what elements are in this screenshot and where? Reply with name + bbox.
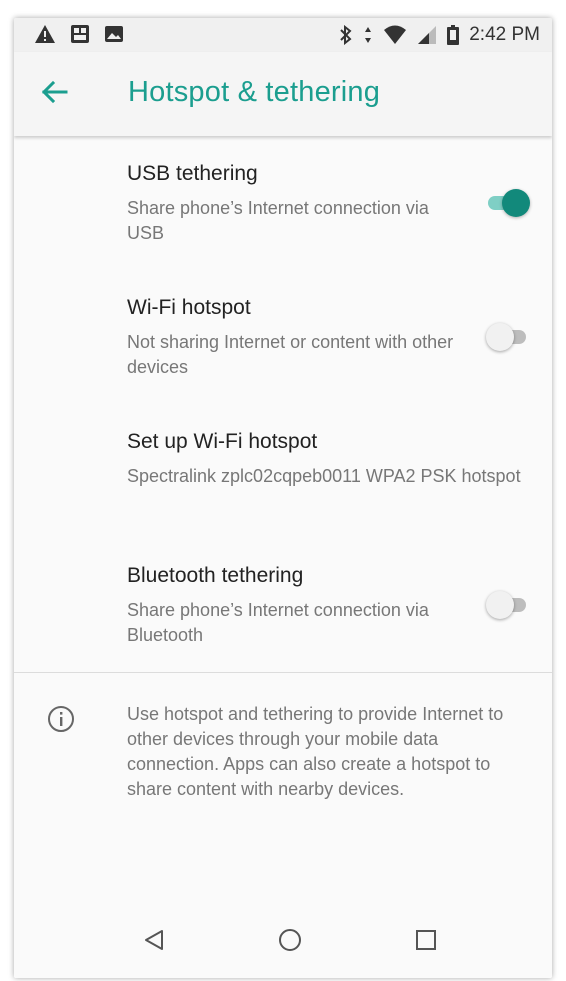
setting-title: Wi-Fi hotspot xyxy=(127,296,251,319)
wifi-icon xyxy=(383,25,407,45)
settings-list: USB tethering Share phone’s Internet con… xyxy=(14,136,552,672)
status-time: 2:42 PM xyxy=(469,24,540,45)
app-toolbar: Hotspot & tethering xyxy=(14,52,552,136)
bluetooth-tethering-toggle[interactable] xyxy=(486,588,530,622)
nav-recents-icon xyxy=(415,929,437,956)
phone-screen: 2:42 PM Hotspot & tethering USB tetherin… xyxy=(14,18,552,978)
info-icon xyxy=(46,704,76,739)
image-icon xyxy=(104,25,124,43)
data-arrows-icon xyxy=(363,25,373,45)
setting-subtitle: Spectralink zplc02cqpeb0011 WPA2 PSK hot… xyxy=(127,466,521,486)
setting-subtitle: Not sharing Internet or content with oth… xyxy=(127,332,454,377)
toggle-thumb xyxy=(502,189,530,217)
page-title: Hotspot & tethering xyxy=(128,76,381,108)
toggle-thumb xyxy=(486,323,514,351)
setting-subtitle: Share phone’s Internet connection via US… xyxy=(127,198,429,243)
battery-icon xyxy=(447,25,460,45)
setting-bluetooth-tethering[interactable]: Bluetooth tethering Share phone’s Intern… xyxy=(14,538,552,672)
setting-title: Set up Wi-Fi hotspot xyxy=(127,430,318,453)
bluetooth-icon xyxy=(339,25,353,45)
back-button[interactable] xyxy=(34,74,74,114)
setting-wifi-hotspot[interactable]: Wi-Fi hotspot Not sharing Internet or co… xyxy=(14,270,552,404)
back-arrow-icon xyxy=(40,80,68,109)
setting-subtitle: Share phone’s Internet connection via Bl… xyxy=(127,600,429,645)
signal-icon xyxy=(417,25,437,45)
sim-icon xyxy=(70,24,90,44)
status-bar-left xyxy=(34,24,124,44)
divider xyxy=(14,672,552,673)
toggle-thumb xyxy=(486,591,514,619)
status-bar: 2:42 PM xyxy=(14,18,552,52)
setting-title: Bluetooth tethering xyxy=(127,564,304,587)
nav-recents-button[interactable] xyxy=(410,926,442,958)
usb-tethering-toggle[interactable] xyxy=(486,186,530,220)
nav-back-button[interactable] xyxy=(138,926,170,958)
warning-icon xyxy=(34,24,56,44)
info-text: Use hotspot and tethering to provide Int… xyxy=(127,704,504,799)
setting-usb-tethering[interactable]: USB tethering Share phone’s Internet con… xyxy=(14,136,552,270)
setting-setup-wifi-hotspot[interactable]: Set up Wi-Fi hotspot Spectralink zplc02c… xyxy=(14,404,552,538)
setting-title: USB tethering xyxy=(127,162,258,185)
nav-back-icon xyxy=(143,929,165,956)
wifi-hotspot-toggle[interactable] xyxy=(486,320,530,354)
nav-home-button[interactable] xyxy=(274,926,306,958)
status-bar-right: 2:42 PM xyxy=(339,24,540,46)
nav-home-icon xyxy=(278,928,302,957)
navigation-bar xyxy=(14,906,552,978)
